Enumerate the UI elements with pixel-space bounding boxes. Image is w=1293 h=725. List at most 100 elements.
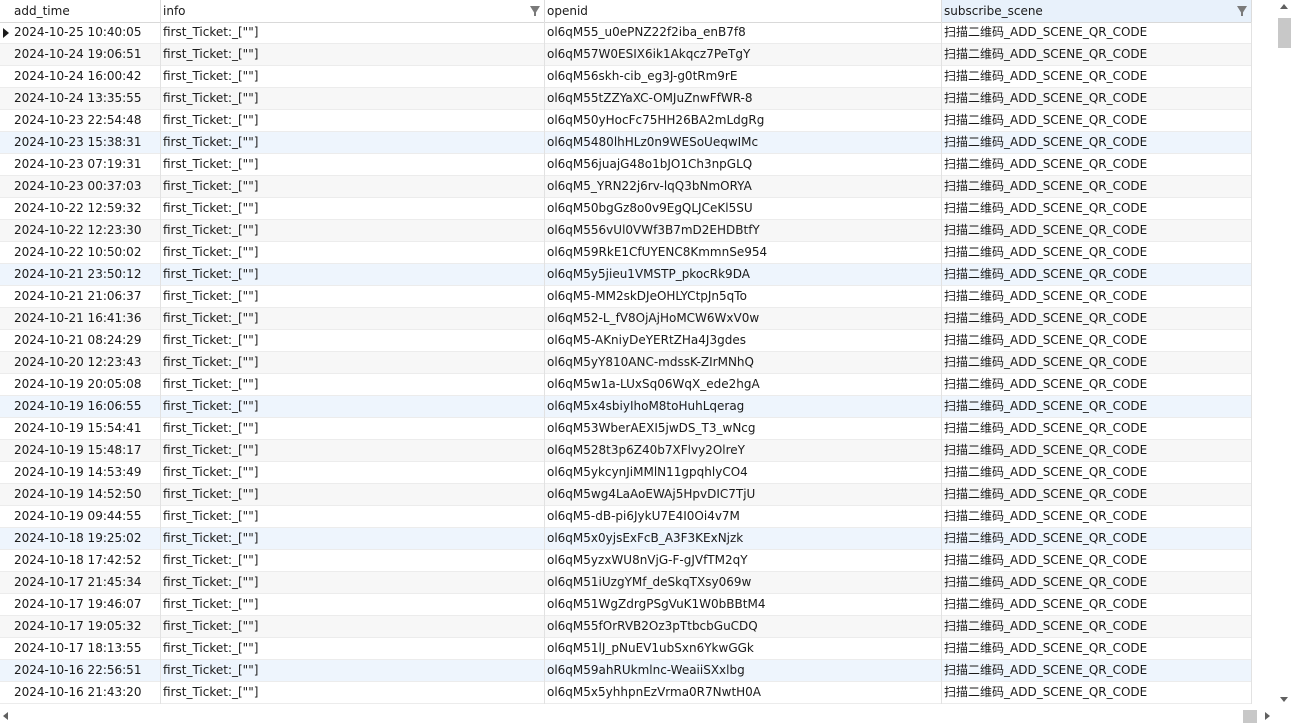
cell-openid[interactable]: ol6qM55_u0ePNZ22f2iba_enB7f8 [545, 22, 942, 44]
table-row[interactable]: 2024-10-21 16:41:36 first_Ticket:_[""] ol6… [0, 308, 1252, 330]
cell-info[interactable]: first_Ticket:_[""] [161, 308, 545, 330]
table-row[interactable]: 2024-10-17 18:13:55 first_Ticket:_[""] ol6… [0, 638, 1252, 660]
cell-subscribe-scene[interactable]: 扫描二维码_ADD_SCENE_QR_CODE [942, 220, 1252, 242]
vertical-scroll-thumb[interactable] [1278, 18, 1291, 48]
cell-info[interactable]: first_Ticket:_[""] [161, 44, 545, 66]
cell-subscribe-scene[interactable]: 扫描二维码_ADD_SCENE_QR_CODE [942, 44, 1252, 66]
table-row[interactable]: 2024-10-24 13:35:55 first_Ticket:_[""] ol6… [0, 88, 1252, 110]
cell-add-time[interactable]: 2024-10-16 22:56:51 [0, 660, 161, 682]
cell-openid[interactable]: ol6qM50bgGz8o0v9EgQLJCeKl5SU [545, 198, 942, 220]
cell-info[interactable]: first_Ticket:_[""] [161, 110, 545, 132]
cell-subscribe-scene[interactable]: 扫描二维码_ADD_SCENE_QR_CODE [942, 506, 1252, 528]
filter-icon[interactable] [1237, 6, 1247, 16]
cell-subscribe-scene[interactable]: 扫描二维码_ADD_SCENE_QR_CODE [942, 660, 1252, 682]
table-row[interactable]: 2024-10-18 17:42:52 first_Ticket:_[""] ol6… [0, 550, 1252, 572]
cell-add-time[interactable]: 2024-10-19 14:53:49 [0, 462, 161, 484]
table-row[interactable]: 2024-10-19 14:52:50 first_Ticket:_[""] ol6… [0, 484, 1252, 506]
cell-add-time[interactable]: 2024-10-20 12:23:43 [0, 352, 161, 374]
cell-info[interactable]: first_Ticket:_[""] [161, 528, 545, 550]
column-header-info[interactable]: info [161, 0, 545, 22]
cell-add-time[interactable]: 2024-10-16 21:43:20 [0, 682, 161, 704]
cell-subscribe-scene[interactable]: 扫描二维码_ADD_SCENE_QR_CODE [942, 550, 1252, 572]
cell-info[interactable]: first_Ticket:_[""] [161, 66, 545, 88]
scroll-down-icon[interactable] [1280, 697, 1288, 702]
cell-info[interactable]: first_Ticket:_[""] [161, 572, 545, 594]
cell-info[interactable]: first_Ticket:_[""] [161, 682, 545, 704]
table-row[interactable]: 2024-10-17 19:46:07 first_Ticket:_[""] ol6… [0, 594, 1252, 616]
cell-info[interactable]: first_Ticket:_[""] [161, 88, 545, 110]
table-row[interactable]: 2024-10-17 19:05:32 first_Ticket:_[""] ol6… [0, 616, 1252, 638]
table-row[interactable]: 2024-10-19 15:54:41 first_Ticket:_[""] ol6… [0, 418, 1252, 440]
cell-subscribe-scene[interactable]: 扫描二维码_ADD_SCENE_QR_CODE [942, 594, 1252, 616]
cell-openid[interactable]: ol6qM51WgZdrgPSgVuK1W0bBBtM4 [545, 594, 942, 616]
cell-subscribe-scene[interactable]: 扫描二维码_ADD_SCENE_QR_CODE [942, 396, 1252, 418]
cell-openid[interactable]: ol6qM5wg4LaAoEWAj5HpvDIC7TjU [545, 484, 942, 506]
cell-info[interactable]: first_Ticket:_[""] [161, 176, 545, 198]
column-header-add-time[interactable]: add_time [0, 0, 161, 22]
cell-add-time[interactable]: 2024-10-17 18:13:55 [0, 638, 161, 660]
cell-info[interactable]: first_Ticket:_[""] [161, 616, 545, 638]
cell-subscribe-scene[interactable]: 扫描二维码_ADD_SCENE_QR_CODE [942, 440, 1252, 462]
scroll-up-icon[interactable] [1280, 4, 1288, 9]
cell-subscribe-scene[interactable]: 扫描二维码_ADD_SCENE_QR_CODE [942, 132, 1252, 154]
cell-info[interactable]: first_Ticket:_[""] [161, 462, 545, 484]
cell-openid[interactable]: ol6qM528t3p6Z40b7XFlvy2OlreY [545, 440, 942, 462]
cell-info[interactable]: first_Ticket:_[""] [161, 594, 545, 616]
cell-info[interactable]: first_Ticket:_[""] [161, 352, 545, 374]
cell-add-time[interactable]: 2024-10-19 09:44:55 [0, 506, 161, 528]
cell-subscribe-scene[interactable]: 扫描二维码_ADD_SCENE_QR_CODE [942, 352, 1252, 374]
cell-openid[interactable]: ol6qM5ykcynJiMMlN11gpqhlyCO4 [545, 462, 942, 484]
cell-add-time[interactable]: 2024-10-22 12:23:30 [0, 220, 161, 242]
cell-openid[interactable]: ol6qM5yzxWU8nVjG-F-gJVfTM2qY [545, 550, 942, 572]
table-row[interactable]: 2024-10-22 12:23:30 first_Ticket:_[""] ol6… [0, 220, 1252, 242]
cell-info[interactable]: first_Ticket:_[""] [161, 220, 545, 242]
cell-info[interactable]: first_Ticket:_[""] [161, 264, 545, 286]
cell-openid[interactable]: ol6qM56juajG48o1bJO1Ch3npGLQ [545, 154, 942, 176]
cell-add-time[interactable]: 2024-10-17 19:46:07 [0, 594, 161, 616]
cell-add-time[interactable]: 2024-10-22 10:50:02 [0, 242, 161, 264]
table-row[interactable]: 2024-10-21 08:24:29 first_Ticket:_[""] ol6… [0, 330, 1252, 352]
cell-subscribe-scene[interactable]: 扫描二维码_ADD_SCENE_QR_CODE [942, 528, 1252, 550]
table-row[interactable]: 2024-10-22 12:59:32 first_Ticket:_[""] ol6… [0, 198, 1252, 220]
table-row[interactable]: 2024-10-24 19:06:51 first_Ticket:_[""] ol6… [0, 44, 1252, 66]
cell-subscribe-scene[interactable]: 扫描二维码_ADD_SCENE_QR_CODE [942, 308, 1252, 330]
cell-subscribe-scene[interactable]: 扫描二维码_ADD_SCENE_QR_CODE [942, 462, 1252, 484]
cell-openid[interactable]: ol6qM5w1a-LUxSq06WqX_ede2hgA [545, 374, 942, 396]
cell-add-time[interactable]: 2024-10-24 19:06:51 [0, 44, 161, 66]
cell-info[interactable]: first_Ticket:_[""] [161, 132, 545, 154]
table-row[interactable]: 2024-10-18 19:25:02 first_Ticket:_[""] ol6… [0, 528, 1252, 550]
cell-openid[interactable]: ol6qM56skh-cib_eg3J-g0tRm9rE [545, 66, 942, 88]
cell-add-time[interactable]: 2024-10-21 23:50:12 [0, 264, 161, 286]
cell-subscribe-scene[interactable]: 扫描二维码_ADD_SCENE_QR_CODE [942, 616, 1252, 638]
cell-subscribe-scene[interactable]: 扫描二维码_ADD_SCENE_QR_CODE [942, 242, 1252, 264]
cell-subscribe-scene[interactable]: 扫描二维码_ADD_SCENE_QR_CODE [942, 638, 1252, 660]
table-row[interactable]: 2024-10-19 16:06:55 first_Ticket:_[""] ol6… [0, 396, 1252, 418]
cell-add-time[interactable]: 2024-10-19 16:06:55 [0, 396, 161, 418]
table-row[interactable]: 2024-10-20 12:23:43 first_Ticket:_[""] ol6… [0, 352, 1252, 374]
cell-add-time[interactable]: 2024-10-21 08:24:29 [0, 330, 161, 352]
cell-subscribe-scene[interactable]: 扫描二维码_ADD_SCENE_QR_CODE [942, 176, 1252, 198]
cell-openid[interactable]: ol6qM5-MM2skDJeOHLYCtpJn5qTo [545, 286, 942, 308]
cell-add-time[interactable]: 2024-10-17 21:45:34 [0, 572, 161, 594]
horizontal-scroll-thumb[interactable] [1243, 710, 1257, 723]
table-row[interactable]: 2024-10-23 07:19:31 first_Ticket:_[""] ol6… [0, 154, 1252, 176]
cell-openid[interactable]: ol6qM52-L_fV8OjAjHoMCW6WxV0w [545, 308, 942, 330]
cell-add-time[interactable]: 2024-10-25 10:40:05 [0, 22, 161, 44]
cell-openid[interactable]: ol6qM59RkE1CfUYENC8KmmnSe954 [545, 242, 942, 264]
cell-add-time[interactable]: 2024-10-21 16:41:36 [0, 308, 161, 330]
table-row[interactable]: 2024-10-19 14:53:49 first_Ticket:_[""] ol6… [0, 462, 1252, 484]
table-row[interactable]: 2024-10-17 21:45:34 first_Ticket:_[""] ol6… [0, 572, 1252, 594]
cell-add-time[interactable]: 2024-10-22 12:59:32 [0, 198, 161, 220]
cell-info[interactable]: first_Ticket:_[""] [161, 374, 545, 396]
column-header-openid[interactable]: openid [545, 0, 942, 22]
cell-info[interactable]: first_Ticket:_[""] [161, 22, 545, 44]
cell-openid[interactable]: ol6qM5x4sbiyIhoM8toHuhLqerag [545, 396, 942, 418]
table-row[interactable]: 2024-10-19 20:05:08 first_Ticket:_[""] ol6… [0, 374, 1252, 396]
cell-add-time[interactable]: 2024-10-18 17:42:52 [0, 550, 161, 572]
cell-subscribe-scene[interactable]: 扫描二维码_ADD_SCENE_QR_CODE [942, 88, 1252, 110]
table-row[interactable]: 2024-10-22 10:50:02 first_Ticket:_[""] ol6… [0, 242, 1252, 264]
cell-info[interactable]: first_Ticket:_[""] [161, 154, 545, 176]
cell-add-time[interactable]: 2024-10-17 19:05:32 [0, 616, 161, 638]
cell-add-time[interactable]: 2024-10-19 14:52:50 [0, 484, 161, 506]
table-row[interactable]: 2024-10-23 00:37:03 first_Ticket:_[""] ol6… [0, 176, 1252, 198]
